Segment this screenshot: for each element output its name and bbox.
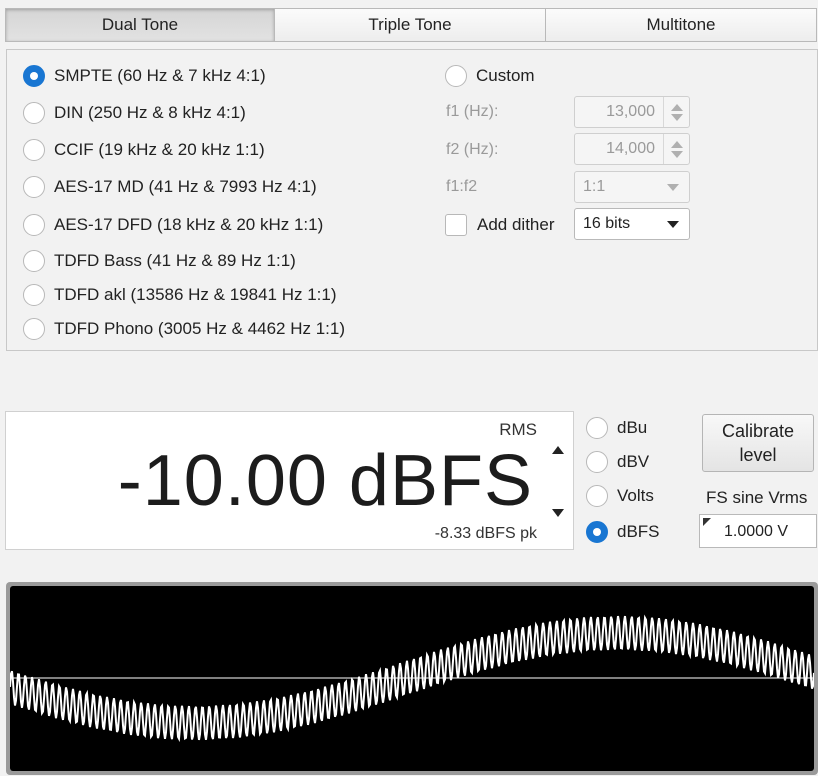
- unit-label: dBu: [617, 418, 648, 437]
- preset-din[interactable]: DIN (250 Hz & 8 kHz 4:1): [23, 100, 246, 126]
- custom-label: Custom: [476, 66, 535, 85]
- dither-checkbox-row[interactable]: Add dither: [445, 212, 555, 238]
- preset-tdfd-bass[interactable]: TDFD Bass (41 Hz & 89 Hz 1:1): [23, 248, 296, 274]
- radio-button[interactable]: [23, 214, 45, 236]
- calibrate-label-line1: Calibrate: [721, 421, 795, 441]
- fs-sine-vrms-value: 1.0000 V: [724, 523, 789, 540]
- unit-dbu[interactable]: dBu: [586, 415, 647, 441]
- unit-volts[interactable]: Volts: [586, 483, 654, 509]
- preset-smpte[interactable]: SMPTE (60 Hz & 7 kHz 4:1): [23, 63, 266, 89]
- preset-label: TDFD Bass (41 Hz & 89 Hz 1:1): [54, 251, 296, 270]
- waveform-scope: [9, 586, 815, 771]
- unit-dbfs[interactable]: dBFS: [586, 519, 660, 545]
- spinner-arrows[interactable]: [663, 134, 689, 164]
- increment-arrow-icon[interactable]: [670, 140, 683, 148]
- preset-custom[interactable]: Custom: [445, 63, 535, 89]
- preset-label: DIN (250 Hz & 8 kHz 4:1): [54, 103, 246, 122]
- radio-button[interactable]: [23, 284, 45, 306]
- radio-button[interactable]: [23, 176, 45, 198]
- peak-level: -8.33 dBFS pk: [434, 525, 537, 542]
- decrement-arrow-icon[interactable]: [670, 150, 683, 158]
- level-mode: RMS: [499, 420, 537, 439]
- unit-dbv[interactable]: dBV: [586, 449, 649, 475]
- radio-button[interactable]: [586, 521, 608, 543]
- increment-arrow-icon[interactable]: [670, 103, 683, 111]
- preset-label: TDFD Phono (3005 Hz & 4462 Hz 1:1): [54, 319, 346, 338]
- unit-label: Volts: [617, 486, 654, 505]
- dither-label: Add dither: [477, 215, 555, 234]
- ratio-value: 1:1: [583, 178, 606, 195]
- dual-tone-settings-panel: SMPTE (60 Hz & 7 kHz 4:1) DIN (250 Hz & …: [6, 49, 818, 351]
- ratio-label: f1:f2: [446, 178, 478, 195]
- preset-aes17-dfd[interactable]: AES-17 DFD (18 kHz & 20 kHz 1:1): [23, 212, 323, 238]
- fs-sine-vrms-field[interactable]: 1.0000 V: [699, 514, 817, 548]
- dither-bits-value: 16 bits: [583, 215, 631, 232]
- radio-button[interactable]: [23, 102, 45, 124]
- tab-multitone[interactable]: Multitone: [546, 8, 817, 42]
- preset-aes17-md[interactable]: AES-17 MD (41 Hz & 7993 Hz 4:1): [23, 174, 317, 200]
- chevron-down-icon: [667, 220, 679, 228]
- preset-tdfd-phono[interactable]: TDFD Phono (3005 Hz & 4462 Hz 1:1): [23, 316, 345, 342]
- fs-sine-vrms-label: FS sine Vrms: [706, 488, 808, 507]
- unit-label: dBFS: [617, 522, 660, 541]
- f1-label: f1 (Hz):: [446, 103, 499, 120]
- preset-label: SMPTE (60 Hz & 7 kHz 4:1): [54, 66, 266, 85]
- radio-button[interactable]: [23, 318, 45, 340]
- dither-checkbox[interactable]: [445, 214, 467, 236]
- calibrate-level-button[interactable]: Calibrate level: [702, 414, 814, 472]
- chevron-down-icon: [667, 183, 679, 191]
- f2-spinner[interactable]: 14,000: [574, 133, 690, 165]
- level-value[interactable]: -10.00 dBFS: [118, 440, 533, 522]
- unit-label: dBV: [617, 452, 650, 471]
- calibrate-label-line2: level: [739, 445, 777, 465]
- radio-button[interactable]: [23, 65, 45, 87]
- f2-value: 14,000: [606, 140, 655, 157]
- ratio-select[interactable]: 1:1: [574, 171, 690, 203]
- radio-button[interactable]: [23, 139, 45, 161]
- level-up-arrow-icon[interactable]: [552, 446, 564, 454]
- radio-button[interactable]: [586, 485, 608, 507]
- tab-dual-tone[interactable]: Dual Tone: [5, 8, 275, 42]
- waveform-scope-frame: [6, 582, 818, 775]
- level-display: RMS -10.00 dBFS -8.33 dBFS pk: [5, 411, 574, 550]
- preset-tdfd-akl[interactable]: TDFD akl (13586 Hz & 19841 Hz 1:1): [23, 282, 337, 308]
- radio-button[interactable]: [586, 451, 608, 473]
- preset-label: CCIF (19 kHz & 20 kHz 1:1): [54, 140, 265, 159]
- preset-label: TDFD akl (13586 Hz & 19841 Hz 1:1): [54, 285, 337, 304]
- preset-label: AES-17 DFD (18 kHz & 20 kHz 1:1): [54, 215, 324, 234]
- level-down-arrow-icon[interactable]: [552, 509, 564, 517]
- spinner-arrows[interactable]: [663, 97, 689, 127]
- f1-spinner[interactable]: 13,000: [574, 96, 690, 128]
- generator-tabs: Dual Tone Triple Tone Multitone: [5, 8, 818, 42]
- f2-label: f2 (Hz):: [446, 141, 499, 158]
- field-corner-marker-icon: [703, 518, 711, 526]
- radio-button[interactable]: [445, 65, 467, 87]
- radio-button[interactable]: [23, 250, 45, 272]
- dither-bits-select[interactable]: 16 bits: [574, 208, 690, 240]
- decrement-arrow-icon[interactable]: [670, 113, 683, 121]
- f1-value: 13,000: [606, 103, 655, 120]
- preset-label: AES-17 MD (41 Hz & 7993 Hz 4:1): [54, 177, 317, 196]
- radio-button[interactable]: [586, 417, 608, 439]
- preset-ccif[interactable]: CCIF (19 kHz & 20 kHz 1:1): [23, 137, 265, 163]
- tab-triple-tone[interactable]: Triple Tone: [275, 8, 546, 42]
